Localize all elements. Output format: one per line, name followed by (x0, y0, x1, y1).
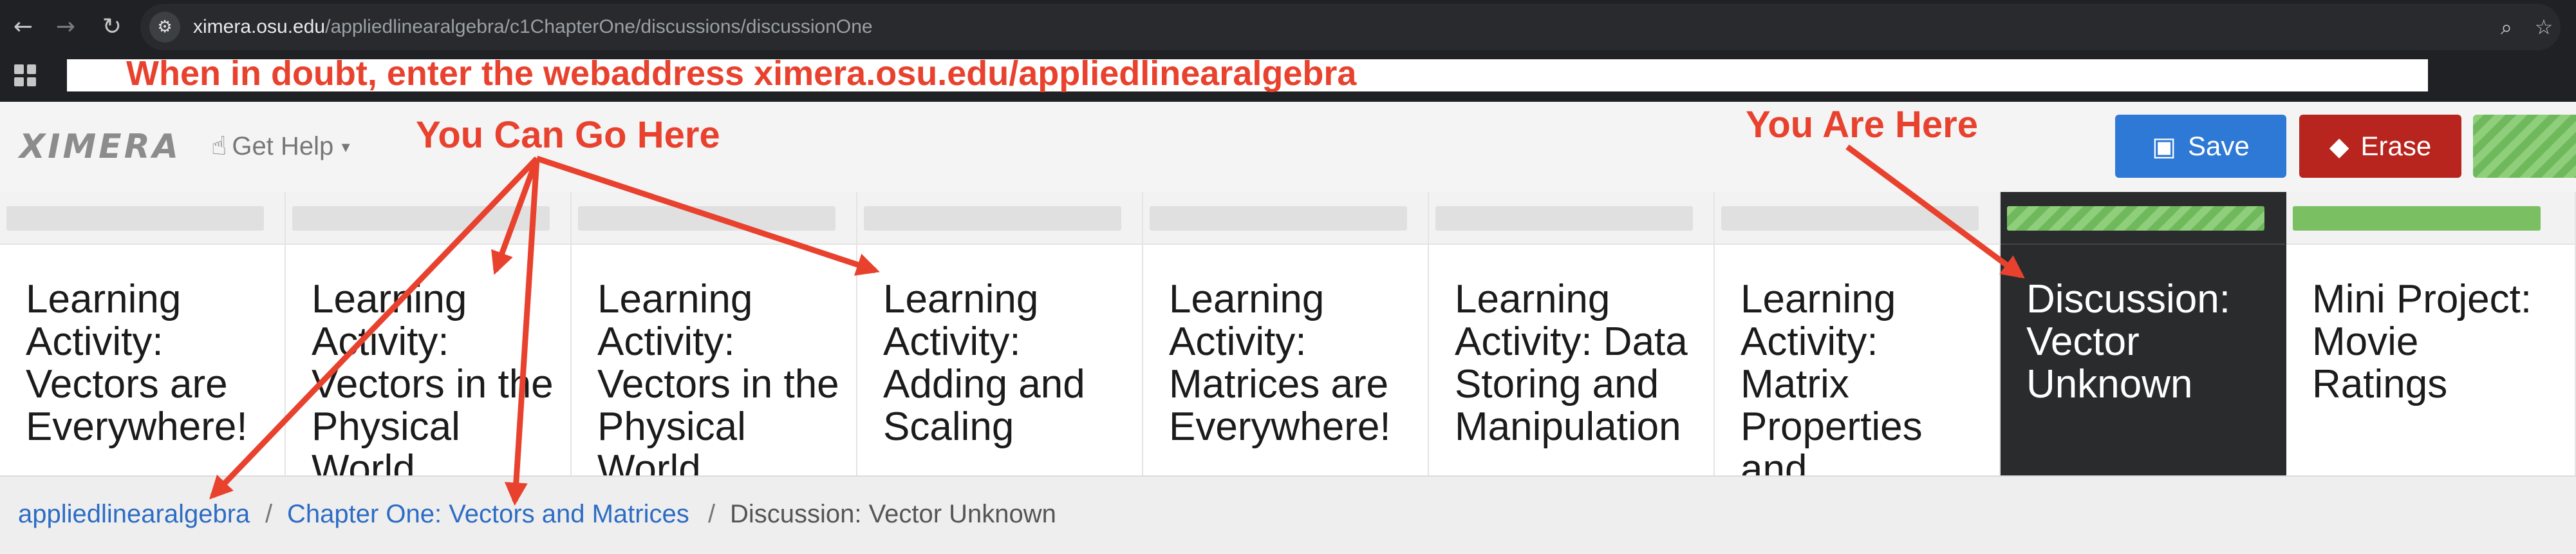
activity-title: Learning Activity: Data Storing and Mani… (1455, 277, 1688, 449)
activity-title: Learning Activity: Vectors in the Physic… (597, 277, 839, 476)
eraser-icon: ◆ (2329, 132, 2349, 162)
get-help-label: Get Help (232, 132, 334, 160)
card-progress-area (857, 192, 1142, 245)
url-text[interactable]: ximera.osu.edu/appliedlinearalgebra/c1Ch… (193, 13, 873, 41)
annotation-you-are-here: You Are Here (1746, 104, 1978, 146)
zoom-icon[interactable]: ⌕ (2492, 13, 2521, 41)
activity-title: Learning Activity: Matrices are Everywhe… (1169, 277, 1391, 449)
progress-button[interactable] (2473, 115, 2576, 178)
progress-bar (292, 206, 550, 231)
apps-icon[interactable] (14, 64, 36, 86)
breadcrumb-separator: / (265, 500, 273, 528)
breadcrumb-link-chapter[interactable]: Chapter One: Vectors and Matrices (287, 496, 689, 532)
card-progress-area (286, 192, 570, 245)
activity-card-current[interactable]: Discussion: Vector Unknown (2001, 192, 2286, 475)
card-progress-area (2001, 192, 2285, 245)
progress-bar (6, 206, 264, 231)
activity-card[interactable]: Learning Activity: Vectors in the Physic… (286, 192, 572, 475)
progress-bar (1150, 206, 1407, 231)
activity-card[interactable]: Learning Activity: Vectors are Everywher… (0, 192, 286, 475)
activity-card[interactable]: Mini Project: Movie Ratings (2286, 192, 2576, 475)
breadcrumb-link-course[interactable]: appliedlinearalgebra (18, 496, 250, 532)
progress-bar (578, 206, 835, 231)
card-progress-area (1429, 192, 1713, 245)
card-progress-area (1715, 192, 1999, 245)
activity-title: Learning Activity: Vectors are Everywher… (26, 277, 248, 449)
activity-card[interactable]: Learning Activity: Adding and Scaling (857, 192, 1143, 475)
activity-title: Mini Project: Movie Ratings (2312, 277, 2532, 406)
erase-button[interactable]: ◆ Erase (2299, 115, 2461, 178)
erase-label: Erase (2360, 131, 2432, 161)
save-button[interactable]: ▣ Save (2115, 115, 2286, 178)
activity-card[interactable]: Learning Activity: Matrices are Everywhe… (1143, 192, 1429, 475)
card-progress-area (2286, 192, 2575, 245)
save-label: Save (2188, 131, 2250, 161)
progress-bar (2007, 206, 2264, 231)
page: ← → ↻ ⚙ ximera.osu.edu/appliedlinearalge… (0, 0, 2576, 554)
annotation-banner-text: When in doubt, enter the webaddress xime… (126, 54, 1357, 93)
card-progress-area (1143, 192, 1428, 245)
save-icon: ▣ (2152, 132, 2177, 162)
card-progress-area (572, 192, 856, 245)
activity-title: Learning Activity: Vectors in the Physic… (312, 277, 554, 476)
reload-icon[interactable]: ↻ (98, 13, 126, 41)
progress-bar (2293, 206, 2541, 231)
star-icon[interactable]: ☆ (2530, 13, 2558, 41)
forward-icon[interactable]: → (51, 13, 80, 41)
site-info-icon[interactable]: ⚙ (149, 12, 180, 43)
breadcrumb-separator: / (708, 500, 716, 528)
activity-card[interactable]: Learning Activity: Matrix Properties and (1715, 192, 2001, 475)
ximera-logo[interactable]: XIMERA (19, 129, 181, 165)
url-path: /appliedlinearalgebra/c1ChapterOne/discu… (325, 16, 873, 37)
get-help-menu[interactable]: ☝ Get Help ▼ (211, 130, 353, 164)
activity-title: Learning Activity: Matrix Properties and (1741, 277, 1923, 476)
activity-title: Learning Activity: Adding and Scaling (883, 277, 1085, 449)
card-progress-area (0, 192, 285, 245)
progress-bar (864, 206, 1121, 231)
activity-card[interactable]: Learning Activity: Data Storing and Mani… (1429, 192, 1715, 475)
back-icon[interactable]: ← (9, 13, 37, 41)
activity-card[interactable]: Learning Activity: Vectors in the Physic… (572, 192, 857, 475)
caret-down-icon: ▼ (339, 139, 353, 156)
progress-bar (1721, 206, 1979, 231)
url-host: ximera.osu.edu (193, 16, 326, 37)
activity-title: Discussion: Vector Unknown (2026, 277, 2230, 406)
annotation-you-can-go-here: You Can Go Here (416, 114, 720, 156)
hand-icon: ☝ (211, 131, 227, 161)
breadcrumb-current: Discussion: Vector Unknown (730, 500, 1056, 528)
progress-bar (1435, 206, 1693, 231)
